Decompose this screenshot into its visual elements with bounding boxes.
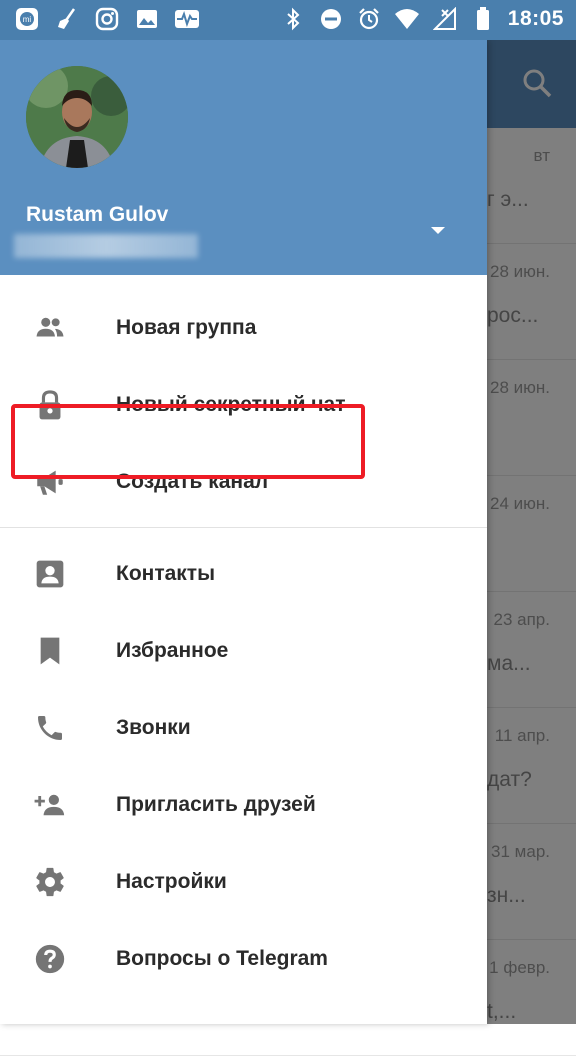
avatar[interactable] [26, 66, 128, 168]
instagram-icon [94, 6, 120, 32]
mi-icon: mi [14, 6, 40, 32]
menu-item-label: Новая группа [116, 315, 257, 339]
phone-icon [32, 710, 68, 746]
menu-item-create-channel[interactable]: Создать канал [0, 443, 487, 520]
menu-item-label: Вопросы о Telegram [116, 946, 328, 970]
bluetooth-icon [280, 6, 306, 32]
menu-item-label: Настройки [116, 869, 227, 893]
alarm-icon [356, 6, 382, 32]
bookmark-icon [32, 633, 68, 669]
blurred-phone-number [14, 234, 198, 258]
help-icon [32, 941, 68, 977]
user-name: Rustam Gulov [26, 203, 169, 226]
megaphone-icon [32, 464, 68, 500]
activity-icon [174, 6, 200, 32]
broom-icon [54, 6, 80, 32]
battery-icon [470, 6, 496, 32]
menu-item-contacts[interactable]: Контакты [0, 535, 487, 612]
wifi-icon [394, 6, 420, 32]
menu-item-invite-friends[interactable]: Пригласить друзей [0, 766, 487, 843]
do-not-disturb-icon [318, 6, 344, 32]
menu-item-label: Звонки [116, 715, 191, 739]
menu-item-settings[interactable]: Настройки [0, 843, 487, 920]
menu-item-label: Создать канал [116, 469, 269, 493]
status-time: 18:05 [507, 7, 564, 30]
add-person-icon [32, 787, 68, 823]
lock-icon [32, 387, 68, 423]
svg-text:mi: mi [23, 15, 32, 24]
menu-item-label: Избранное [116, 638, 229, 662]
menu-item-telegram-faq[interactable]: Вопросы о Telegram [0, 920, 487, 997]
contact-card-icon [32, 556, 68, 592]
group-icon [32, 310, 68, 346]
menu-item-label: Пригласить друзей [116, 792, 316, 816]
menu-item-new-secret-chat[interactable]: Новый секретный чат [0, 366, 487, 443]
navigation-drawer: Rustam Gulov Новая группа Новый секретны… [0, 40, 487, 1024]
menu-item-new-group[interactable]: Новая группа [0, 289, 487, 366]
gear-icon [32, 864, 68, 900]
gallery-icon [134, 6, 160, 32]
menu-item-calls[interactable]: Звонки [0, 689, 487, 766]
status-bar: mi 18:05 [0, 0, 576, 40]
no-signal-icon [432, 6, 458, 32]
menu-item-saved[interactable]: Избранное [0, 612, 487, 689]
drawer-header: Rustam Gulov [0, 40, 487, 275]
menu-item-label: Новый секретный чат [116, 392, 346, 416]
chevron-down-icon[interactable] [428, 223, 448, 237]
menu-divider [0, 527, 487, 528]
drawer-menu: Новая группа Новый секретный чат Создать… [0, 275, 487, 997]
menu-item-label: Контакты [116, 561, 216, 585]
